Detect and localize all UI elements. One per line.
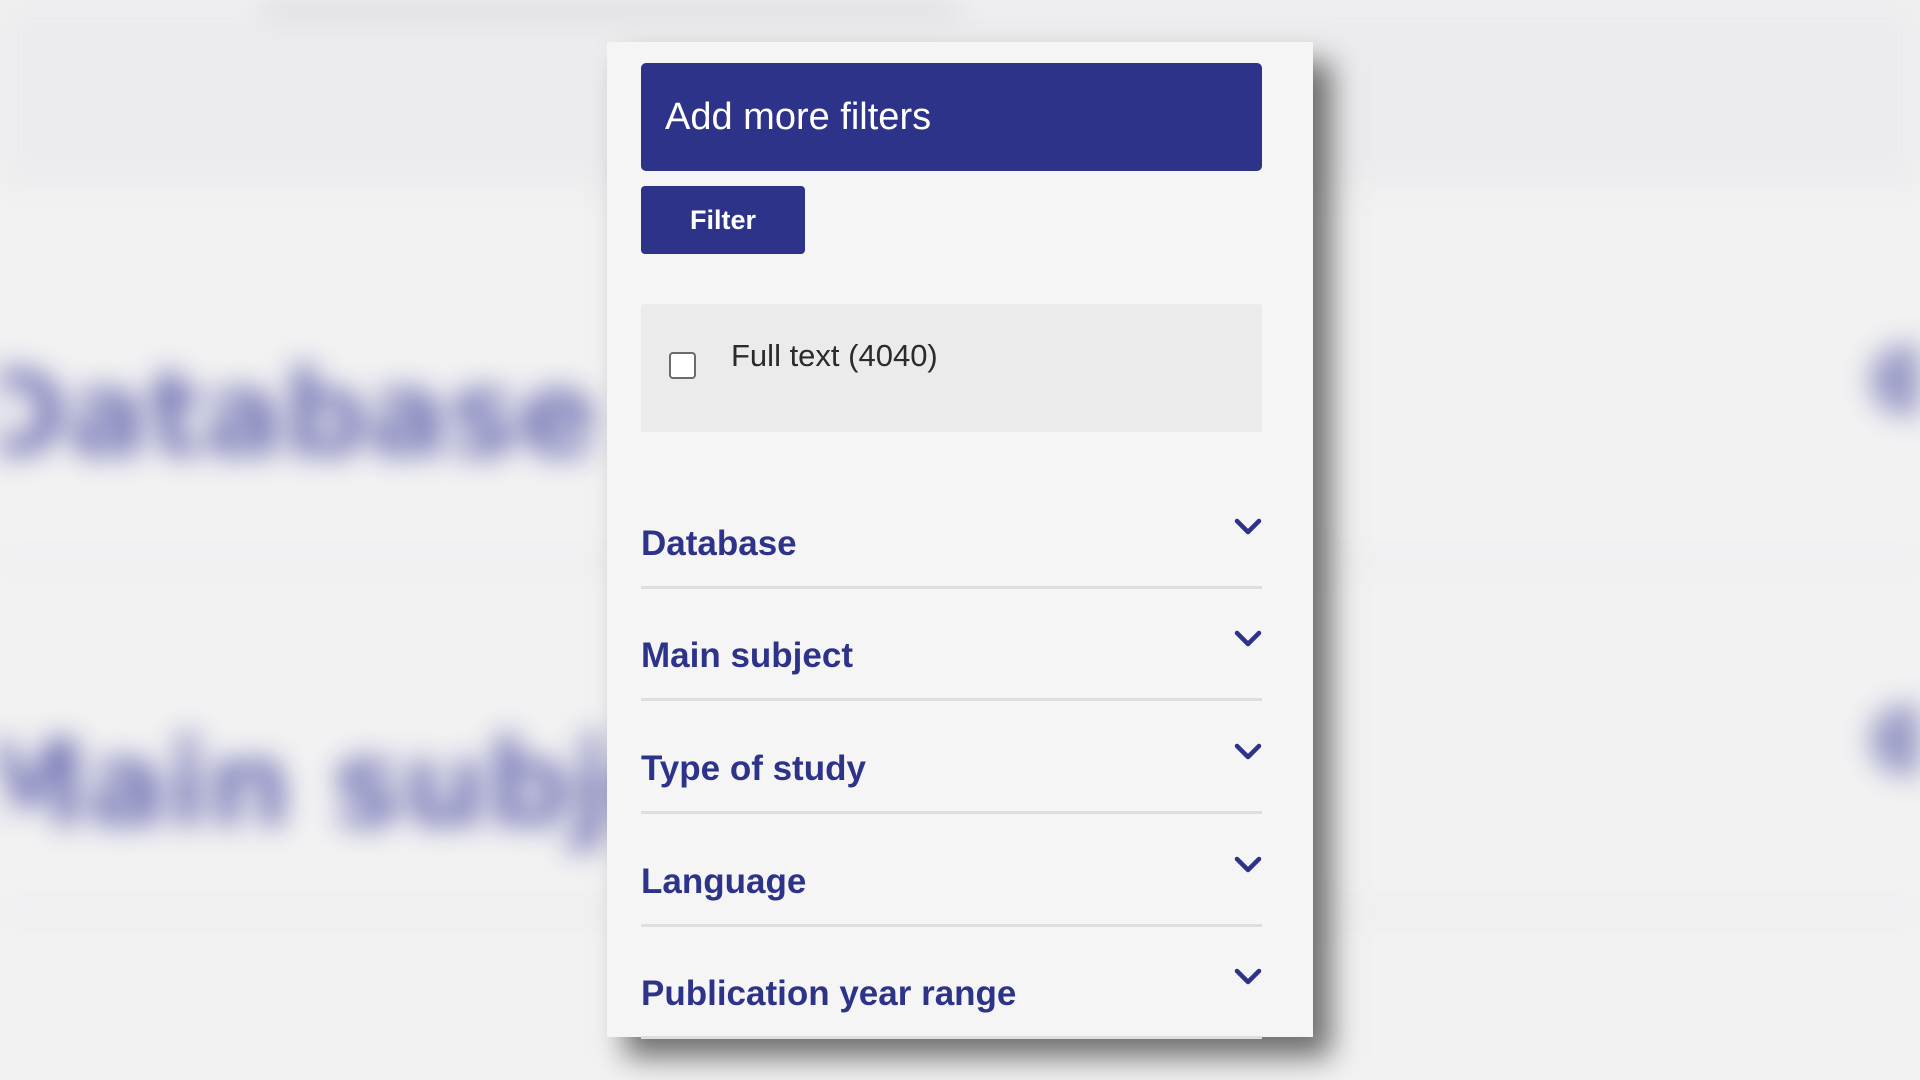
fulltext-checkbox[interactable] xyxy=(669,352,696,379)
add-more-filters-button[interactable]: Add more filters xyxy=(641,63,1262,171)
accordion-title: Language xyxy=(641,862,807,901)
chevron-down-icon xyxy=(1234,856,1262,873)
accordion-title: Publication year range xyxy=(641,974,1017,1013)
fulltext-label[interactable]: Full text (4040) xyxy=(731,338,938,374)
background-shape xyxy=(1870,345,1920,415)
chevron-down-icon xyxy=(1234,968,1262,985)
background-header-text xyxy=(260,0,960,16)
chevron-down-icon xyxy=(1234,743,1262,760)
accordion-title: Type of study xyxy=(641,749,866,788)
chevron-down-icon xyxy=(1234,518,1262,535)
accordion-main-subject[interactable]: Main subject xyxy=(641,589,1262,701)
accordion-title: Main subject xyxy=(641,636,853,675)
accordion-type-of-study[interactable]: Type of study xyxy=(641,702,1262,814)
accordion-title: Database xyxy=(641,524,797,563)
accordion-language[interactable]: Language xyxy=(641,815,1262,927)
background-shape xyxy=(1870,705,1920,775)
accordion-database[interactable]: Database xyxy=(641,477,1262,589)
filter-button[interactable]: Filter xyxy=(641,186,805,254)
background-heading: Database xyxy=(0,345,598,483)
fulltext-filter: Full text (4040) xyxy=(641,304,1262,432)
chevron-down-icon xyxy=(1234,630,1262,647)
accordion-publication-year-range[interactable]: Publication year range xyxy=(641,927,1262,1039)
filter-panel: Add more filters Filter Full text (4040)… xyxy=(607,42,1313,1039)
